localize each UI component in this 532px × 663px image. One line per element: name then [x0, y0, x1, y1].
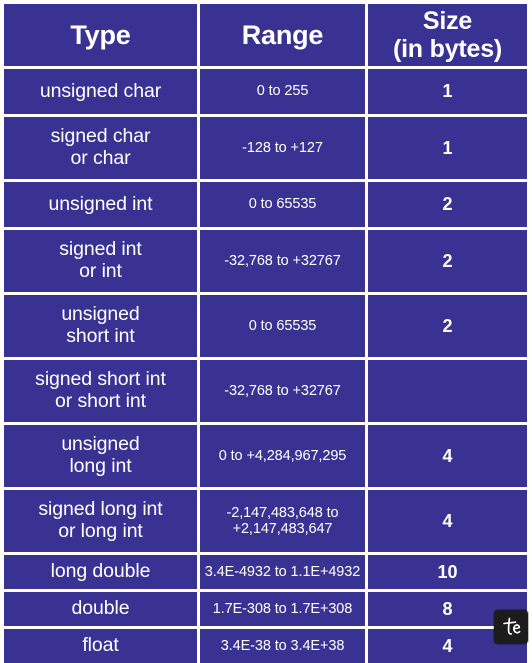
header-row: Type Range Size (in bytes) [4, 4, 527, 69]
cell-type: long double [4, 555, 200, 592]
brand-logo-watermark [494, 610, 528, 644]
cell-range-line1: 3.4E-4932 to 1.1E+4932 [204, 563, 361, 580]
cell-type: unsigned long int [4, 425, 200, 490]
cell-size: 4 [368, 425, 527, 490]
table-row: double 1.7E-308 to 1.7E+308 8 [4, 592, 527, 629]
cell-range-line1: 1.7E-308 to 1.7E+308 [212, 600, 353, 617]
cell-range: 0 to 65535 [200, 295, 368, 360]
cell-range: -128 to +127 [200, 117, 368, 182]
table-row: signed int or int -32,768 to +32767 2 [4, 230, 527, 295]
column-header-range: Range [200, 4, 368, 69]
cell-range-line1: 3.4E-38 to 3.4E+38 [220, 637, 345, 654]
cell-range: 3.4E-4932 to 1.1E+4932 [200, 555, 368, 592]
cell-type-line2: long int [69, 455, 132, 477]
cell-size: 10 [368, 555, 527, 592]
column-header-size-line2: (in bytes) [392, 35, 503, 63]
table-row: unsigned char 0 to 255 1 [4, 69, 527, 117]
cell-type: unsigned short int [4, 295, 200, 360]
cell-type-line1: signed long int [38, 498, 163, 521]
cell-size: 2 [368, 295, 527, 360]
cell-type-line2: or long int [58, 520, 143, 542]
cell-range-line1: 0 to 65535 [248, 196, 317, 213]
cell-type: unsigned char [4, 69, 200, 117]
cell-range: -32,768 to +32767 [200, 230, 368, 295]
cell-size: 2 [368, 182, 527, 230]
table-row: long double 3.4E-4932 to 1.1E+4932 10 [4, 555, 527, 592]
table-row: unsigned long int 0 to +4,284,967,295 4 [4, 425, 527, 490]
cell-type-line1: signed char [50, 125, 151, 148]
cell-type: signed char or char [4, 117, 200, 182]
cell-size: 2 [368, 230, 527, 295]
cell-type: unsigned int [4, 182, 200, 230]
cell-range-line1: -32,768 to +32767 [224, 382, 341, 399]
cell-size: 1 [368, 69, 527, 117]
table-row: signed short int or short int -32,768 to… [4, 360, 527, 425]
c-data-types-table: Type Range Size (in bytes) unsigned char… [4, 4, 527, 663]
cell-type: float [4, 629, 200, 663]
cell-type-line2: or int [79, 260, 122, 282]
cell-type: double [4, 592, 200, 629]
cell-type-line1: float [82, 634, 119, 657]
table-row: signed char or char -128 to +127 1 [4, 117, 527, 182]
cell-type-line1: unsigned int [48, 192, 153, 215]
cell-type-line1: long double [50, 560, 151, 583]
table-row: unsigned short int 0 to 65535 2 [4, 295, 527, 360]
cell-type-line2: or char [70, 147, 131, 169]
cell-type: signed short int or short int [4, 360, 200, 425]
cell-type-line2: short int [66, 325, 135, 347]
cell-size: 1 [368, 117, 527, 182]
cell-range: 0 to +4,284,967,295 [200, 425, 368, 490]
cell-range-line1: -2,147,483,648 to [226, 504, 339, 521]
cell-type-line1: double [71, 597, 130, 620]
table-header: Type Range Size (in bytes) [4, 4, 527, 69]
cell-range-line1: 0 to 255 [256, 83, 309, 100]
table-body: unsigned char 0 to 255 1 signed char or … [4, 69, 527, 663]
cell-range-line1: 0 to +4,284,967,295 [218, 447, 347, 464]
cell-type-line1: signed short int [35, 368, 166, 391]
cell-range: 1.7E-308 to 1.7E+308 [200, 592, 368, 629]
table-row: signed long int or long int -2,147,483,6… [4, 490, 527, 555]
column-header-size-line1: Size [422, 7, 473, 35]
column-header-size: Size (in bytes) [368, 4, 527, 69]
cell-type-line1: unsigned [61, 433, 140, 456]
cell-size [368, 360, 527, 425]
column-header-type: Type [4, 4, 200, 69]
te-monogram-icon [503, 617, 521, 635]
cell-type: signed int or int [4, 230, 200, 295]
cell-range: 3.4E-38 to 3.4E+38 [200, 629, 368, 663]
cell-range-line1: -32,768 to +32767 [224, 252, 341, 269]
cell-range-line1: 0 to 65535 [248, 317, 317, 334]
cell-size: 4 [368, 490, 527, 555]
cell-range: -2,147,483,648 to +2,147,483,647 [200, 490, 368, 555]
cell-range: 0 to 65535 [200, 182, 368, 230]
cell-range: -32,768 to +32767 [200, 360, 368, 425]
table-row: unsigned int 0 to 65535 2 [4, 182, 527, 230]
cell-type-line1: unsigned char [39, 79, 162, 102]
cell-type: signed long int or long int [4, 490, 200, 555]
cell-type-line2: or short int [55, 390, 146, 412]
cell-range-line1: -128 to +127 [242, 139, 323, 156]
cell-range: 0 to 255 [200, 69, 368, 117]
table-row: float 3.4E-38 to 3.4E+38 4 [4, 629, 527, 663]
cell-range-line2: +2,147,483,647 [232, 521, 333, 537]
cell-type-line1: signed int [59, 238, 142, 261]
cell-type-line1: unsigned [61, 303, 140, 326]
